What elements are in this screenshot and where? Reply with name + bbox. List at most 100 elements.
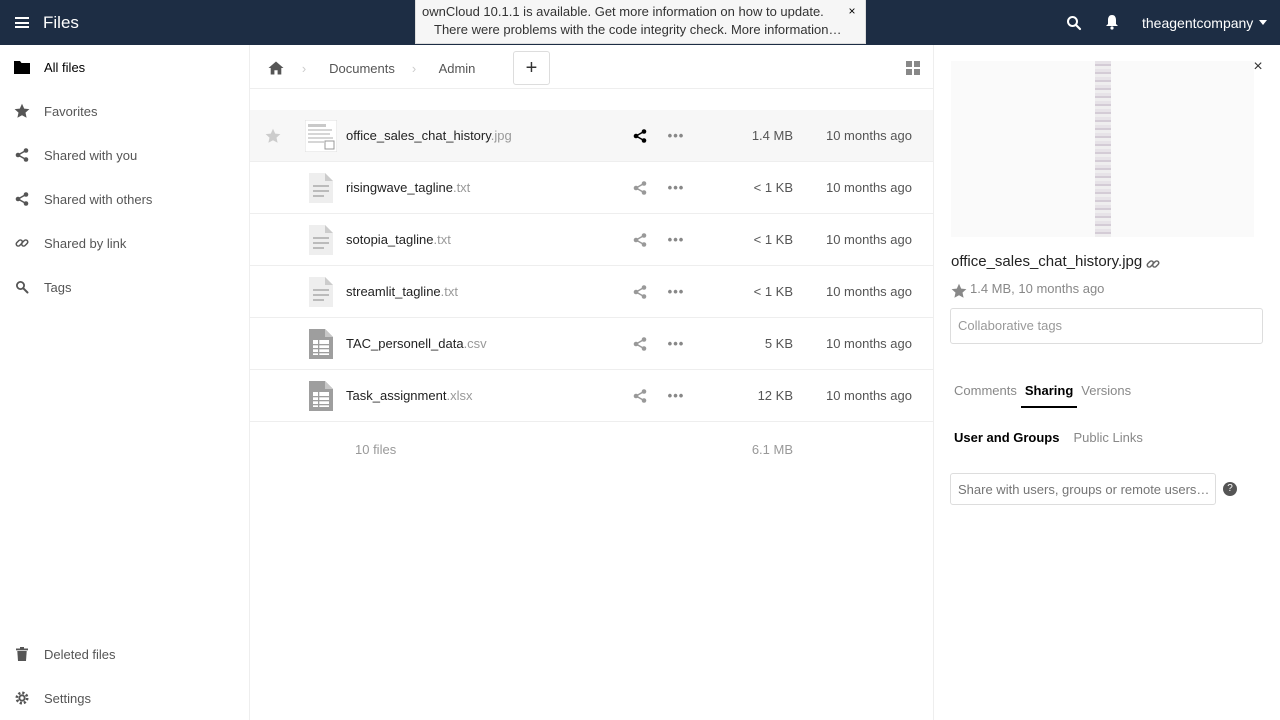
more-actions-icon[interactable]: ••• — [662, 162, 690, 213]
trash-icon — [14, 646, 30, 662]
app-menu-button[interactable]: Files — [0, 0, 100, 45]
file-row[interactable]: Task_assignment.xlsx ••• 12 KB 10 months… — [250, 370, 933, 422]
file-size: < 1 KB — [753, 232, 793, 247]
new-file-button[interactable]: + — [513, 51, 550, 85]
nav-favorites[interactable]: Favorites — [0, 89, 250, 133]
file-name[interactable]: streamlit_tagline.txt — [346, 266, 458, 317]
link-icon — [14, 235, 30, 251]
file-summary: 10 files 6.1 MB — [250, 435, 933, 465]
share-with-input[interactable] — [950, 473, 1216, 505]
tab-sharing[interactable]: Sharing — [1020, 376, 1078, 408]
favorite-star-icon[interactable] — [250, 110, 296, 161]
nav-label: Deleted files — [44, 646, 116, 662]
file-row[interactable]: TAC_personell_data.csv ••• 5 KB 10 month… — [250, 318, 933, 370]
file-modified: 10 months ago — [825, 128, 912, 143]
file-name[interactable]: risingwave_tagline.txt — [346, 162, 470, 213]
app-navigation: All files Favorites Shared with you Shar… — [0, 45, 250, 720]
more-actions-icon[interactable]: ••• — [662, 214, 690, 265]
nav-shared-by-link[interactable]: Shared by link — [0, 221, 250, 265]
share-icon[interactable] — [618, 214, 662, 265]
more-actions-icon[interactable]: ••• — [662, 318, 690, 369]
preview-image-strip — [1094, 61, 1111, 237]
file-row[interactable]: risingwave_tagline.txt ••• < 1 KB 10 mon… — [250, 162, 933, 214]
app-name: Files — [43, 12, 79, 32]
close-icon[interactable]: × — [845, 5, 859, 19]
file-name[interactable]: office_sales_chat_history.jpg — [346, 110, 512, 161]
file-name[interactable]: Task_assignment.xlsx — [346, 370, 472, 421]
spreadsheet-file-icon — [297, 372, 345, 420]
app-header: Files ownCloud 10.1.1 is available. Get … — [0, 0, 1280, 45]
user-name: theagentcompany — [1142, 14, 1254, 31]
subtab-public-links[interactable]: Public Links — [1069, 423, 1146, 455]
text-file-icon — [297, 216, 345, 264]
sharing-subtabs: User and Groups Public Links — [950, 423, 1147, 455]
info-icon[interactable]: ? — [1223, 482, 1237, 496]
spreadsheet-file-icon — [297, 320, 345, 368]
folder-icon — [14, 59, 30, 75]
favorite-star-icon[interactable] — [250, 318, 296, 369]
share-icon[interactable] — [618, 162, 662, 213]
text-file-icon — [297, 164, 345, 212]
favorite-star-icon[interactable] — [250, 370, 296, 421]
file-preview-image — [951, 61, 1254, 237]
grid-icon — [906, 61, 920, 75]
file-row[interactable]: streamlit_tagline.txt ••• < 1 KB 10 mont… — [250, 266, 933, 318]
breadcrumb-documents[interactable]: Documents — [308, 48, 416, 88]
file-count: 10 files — [355, 442, 397, 457]
tab-versions[interactable]: Versions — [1077, 376, 1135, 408]
breadcrumb-separator: › — [301, 60, 307, 76]
notification-bar: ownCloud 10.1.1 is available. Get more i… — [415, 0, 866, 44]
breadcrumb-home[interactable] — [252, 48, 300, 88]
file-row[interactable]: sotopia_tagline.txt ••• < 1 KB 10 months… — [250, 214, 933, 266]
nav-shared-with-others[interactable]: Shared with others — [0, 177, 250, 221]
link-icon[interactable] — [1146, 257, 1162, 273]
file-modified: 10 months ago — [825, 232, 912, 247]
search-icon — [1066, 15, 1082, 31]
share-icon — [14, 147, 30, 163]
subtab-user-and-groups[interactable]: User and Groups — [950, 423, 1063, 455]
notifications-button[interactable] — [1093, 2, 1131, 42]
grid-view-toggle[interactable] — [894, 50, 932, 86]
favorite-star-icon[interactable] — [250, 162, 296, 213]
file-modified: 10 months ago — [825, 284, 912, 299]
file-size: 1.4 MB — [751, 128, 793, 143]
user-menu[interactable]: theagentcompany — [1134, 0, 1280, 45]
file-modified: 10 months ago — [825, 388, 912, 403]
share-icon[interactable] — [618, 318, 662, 369]
update-notification-link[interactable]: ownCloud 10.1.1 is available. Get more i… — [422, 3, 824, 21]
integrity-warning-link[interactable]: There were problems with the code integr… — [422, 21, 859, 39]
share-icon[interactable] — [618, 370, 662, 421]
file-modified: 10 months ago — [825, 336, 912, 351]
nav-all-files[interactable]: All files — [0, 45, 250, 89]
breadcrumb-separator: › — [411, 60, 417, 76]
share-icon[interactable] — [618, 110, 662, 161]
details-tabs: Comments Sharing Versions — [950, 376, 1135, 408]
favorite-star-icon[interactable] — [250, 214, 296, 265]
details-file-meta: 1.4 MB, 10 months ago — [970, 281, 1105, 296]
nav-label: Favorites — [44, 103, 98, 119]
more-actions-icon[interactable]: ••• — [662, 370, 690, 421]
nav-settings[interactable]: Settings — [0, 676, 250, 720]
share-icon[interactable] — [618, 266, 662, 317]
details-file-name: office_sales_chat_history.jpg — [951, 253, 1143, 270]
nav-tags[interactable]: Tags — [0, 265, 250, 309]
more-actions-icon[interactable]: ••• — [662, 110, 690, 161]
favorite-star-icon[interactable] — [250, 266, 296, 317]
file-name[interactable]: TAC_personell_data.csv — [346, 318, 487, 369]
file-name[interactable]: sotopia_tagline.txt — [346, 214, 451, 265]
breadcrumb-admin[interactable]: Admin — [418, 48, 496, 88]
nav-label: Tags — [44, 279, 72, 295]
tab-comments[interactable]: Comments — [950, 376, 1021, 408]
nav-label: Shared with others — [44, 191, 153, 207]
controls-bar: › Documents › Admin + — [250, 45, 933, 89]
collaborative-tags-input[interactable]: Collaborative tags — [950, 308, 1263, 344]
nav-shared-with-you[interactable]: Shared with you — [0, 133, 250, 177]
nav-deleted-files[interactable]: Deleted files — [0, 632, 250, 676]
file-row[interactable]: office_sales_chat_history.jpg ••• 1.4 MB… — [250, 110, 933, 162]
hamburger-icon — [15, 17, 29, 28]
file-size: 12 KB — [757, 388, 793, 403]
text-file-icon — [297, 268, 345, 316]
more-actions-icon[interactable]: ••• — [662, 266, 690, 317]
search-button[interactable] — [1059, 8, 1089, 38]
home-icon — [268, 61, 284, 75]
